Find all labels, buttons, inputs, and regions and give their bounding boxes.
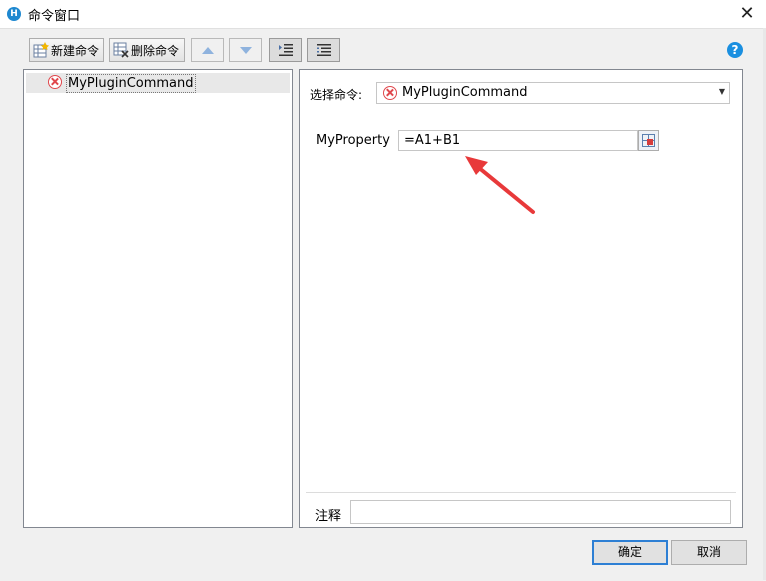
annotation-arrow — [465, 156, 535, 214]
cancel-button[interactable]: 取消 — [671, 540, 747, 565]
annotation-arrow-line — [476, 165, 535, 214]
ok-button[interactable]: 确定 — [592, 540, 668, 565]
